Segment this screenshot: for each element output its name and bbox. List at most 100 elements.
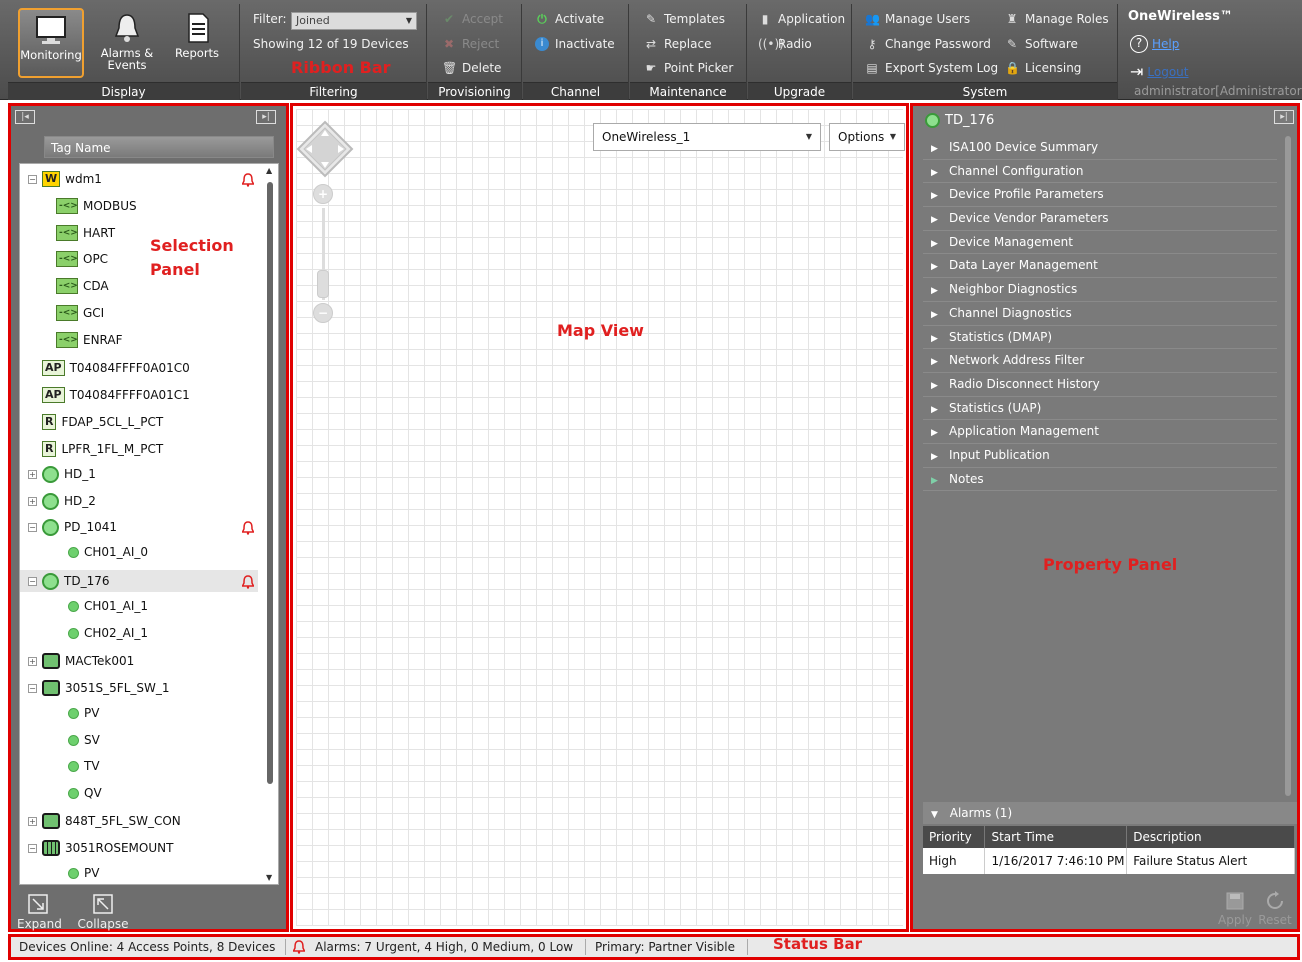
tree-item[interactable]: PV [20,862,256,884]
reports-button[interactable]: Reports [164,8,230,78]
tree-scrollbar[interactable]: ▲ ▼ [266,166,274,882]
filter-dropdown[interactable]: Joined ▼ [291,12,417,30]
collapse-left-button[interactable]: |◂ [15,110,35,124]
tree-item[interactable]: − 3051ROSEMOUNT [20,837,256,859]
alarms-column-header[interactable]: Description [1126,826,1295,848]
templates-button[interactable]: ✎ Templates [644,12,725,26]
zoom-out-button[interactable]: − [313,303,333,323]
property-section-item[interactable]: ▶ Neighbor Diagnostics [923,278,1277,302]
tree-item[interactable]: + MACTek001 [20,650,256,672]
expand-button[interactable]: Expand [17,893,62,931]
collapse-node-icon[interactable]: − [28,843,37,853]
monitoring-button[interactable]: Monitoring [18,8,84,78]
property-section-item[interactable]: ▶ Device Management [923,231,1277,255]
tree-item[interactable]: R FDAP_5CL_L_PCT [20,411,256,433]
pan-control[interactable] [296,120,354,178]
tree-item[interactable]: TV [20,755,256,777]
radio-upgrade-button[interactable]: ((•)) Radio [758,37,812,51]
property-section-item[interactable]: ▶ Data Layer Management [923,254,1277,279]
options-dropdown[interactable]: Options ▼ [829,123,905,151]
activate-button[interactable]: ⏻ Activate [535,12,604,26]
property-section-item[interactable]: ▶ Statistics (DMAP) [923,326,1277,350]
logout-link[interactable]: ⇥ Logout [1130,62,1189,81]
tree-scroll-thumb[interactable] [267,182,273,784]
alarm-bell-icon[interactable] [242,575,254,589]
alarm-bell-icon[interactable] [242,173,254,187]
property-section-item[interactable]: ▶ Device Profile Parameters [923,183,1277,208]
property-section-item[interactable]: ▶ Channel Configuration [923,160,1277,184]
network-select[interactable]: OneWireless_1 ▼ [593,123,821,151]
point-picker-button[interactable]: ☛ Point Picker [644,61,734,75]
collapse-property-panel-button[interactable]: ▸| [1274,110,1294,124]
tag-name-column-header[interactable]: Tag Name [44,136,274,158]
alarms-events-button[interactable]: Alarms & Events [94,8,160,78]
manage-users-button[interactable]: 👥 Manage Users [865,12,970,26]
tree-item[interactable]: − Wwdm1 [20,168,256,190]
accept-button[interactable]: ✔ Accept [442,12,503,26]
manage-roles-button[interactable]: ♜ Manage Roles [1005,12,1109,26]
tree-item[interactable]: − 3051S_5FL_SW_1 [20,677,256,699]
scroll-up-arrow[interactable]: ▲ [266,166,272,175]
reset-button[interactable]: Reset [1257,891,1293,927]
tree-item[interactable]: -<> GCI [20,302,256,324]
property-section-item[interactable]: ▶ Statistics (UAP) [923,397,1277,421]
tree-item[interactable]: PV [20,702,256,724]
tree-item[interactable]: R LPFR_1FL_M_PCT [20,438,256,460]
map-canvas[interactable] [296,109,903,926]
tree-item[interactable]: +848T_5FL_SW_CON [20,810,256,832]
alarms-column-header[interactable]: Start Time [984,826,1128,848]
property-section-item[interactable]: ▶ Network Address Filter [923,349,1277,373]
zoom-in-button[interactable]: + [313,184,333,204]
alarms-section-header[interactable]: ▼ Alarms (1) [923,802,1297,824]
software-button[interactable]: ✎ Software [1005,37,1078,51]
property-section-item[interactable]: ▶ Radio Disconnect History [923,373,1277,397]
alarm-status[interactable]: Alarms: 7 Urgent, 4 High, 0 Medium, 0 Lo… [293,937,573,957]
licensing-button[interactable]: 🔒 Licensing [1005,61,1081,75]
tree-item[interactable]: + HD_1 [20,463,256,485]
alarms-column-header[interactable]: Priority [923,826,986,848]
collapse-button[interactable]: Collapse [75,893,131,931]
collapse-right-button[interactable]: ▸| [256,110,276,124]
tree-item[interactable]: CH01_AI_1 [20,595,256,617]
change-password-button[interactable]: ⚷ Change Password [865,37,991,51]
tree-item[interactable]: + HD_2 [20,490,256,512]
export-system-log-button[interactable]: ▤ Export System Log [865,61,998,75]
tree-item[interactable]: − TD_176 [20,570,258,592]
expand-node-icon[interactable]: + [28,656,37,666]
zoom-slider-thumb[interactable] [317,270,329,298]
reject-button[interactable]: ✖ Reject [442,37,499,51]
inactivate-button[interactable]: i Inactivate [535,37,615,51]
help-link[interactable]: ? Help [1130,35,1179,53]
property-section-item[interactable]: ▶ Channel Diagnostics [923,302,1277,326]
application-upgrade-button[interactable]: ▮ Application [758,12,845,26]
collapse-node-icon[interactable]: − [28,174,37,184]
tree-item[interactable]: CH02_AI_1 [20,622,256,644]
tree-item[interactable]: -<> ENRAF [20,329,256,351]
alarm-row[interactable]: High 1/16/2017 7:46:10 PM Failure Status A… [923,848,1295,874]
collapse-node-icon[interactable]: − [28,522,37,532]
property-section-item[interactable]: ▶ Application Management [923,420,1277,444]
expand-node-icon[interactable]: + [28,469,37,479]
replace-button[interactable]: ⇄ Replace [644,37,712,51]
property-scrollbar[interactable] [1285,136,1291,796]
delete-button[interactable]: 🗑 Delete [442,61,501,75]
tree-item[interactable]: -<> CDA [20,275,256,297]
property-section-item[interactable]: ▶ Input Publication [923,444,1277,468]
property-section-item[interactable]: ▶ Device Vendor Parameters [923,207,1277,231]
expand-node-icon[interactable]: + [28,496,37,506]
collapse-node-icon[interactable]: − [28,576,37,586]
property-section-item[interactable]: ▶ ISA100 Device Summary [923,136,1277,160]
tree-item[interactable]: SV [20,729,256,751]
tree-item[interactable]: AP T04084FFFF0A01C1 [20,384,256,406]
expand-node-icon[interactable]: + [28,816,37,826]
collapse-node-icon[interactable]: − [28,683,37,693]
property-section-item[interactable]: ▶ Notes [923,468,1277,492]
tree-item[interactable]: − PD_1041 [20,516,256,538]
scroll-down-arrow[interactable]: ▼ [266,873,272,882]
apply-button[interactable]: Apply [1217,891,1253,927]
tree-item[interactable]: QV [20,782,256,804]
alarm-bell-icon[interactable] [242,521,254,535]
tree-item[interactable]: -<> MODBUS [20,195,256,217]
tree-item[interactable]: AP T04084FFFF0A01C0 [20,357,256,379]
tree-item[interactable]: CH01_AI_0 [20,541,256,563]
